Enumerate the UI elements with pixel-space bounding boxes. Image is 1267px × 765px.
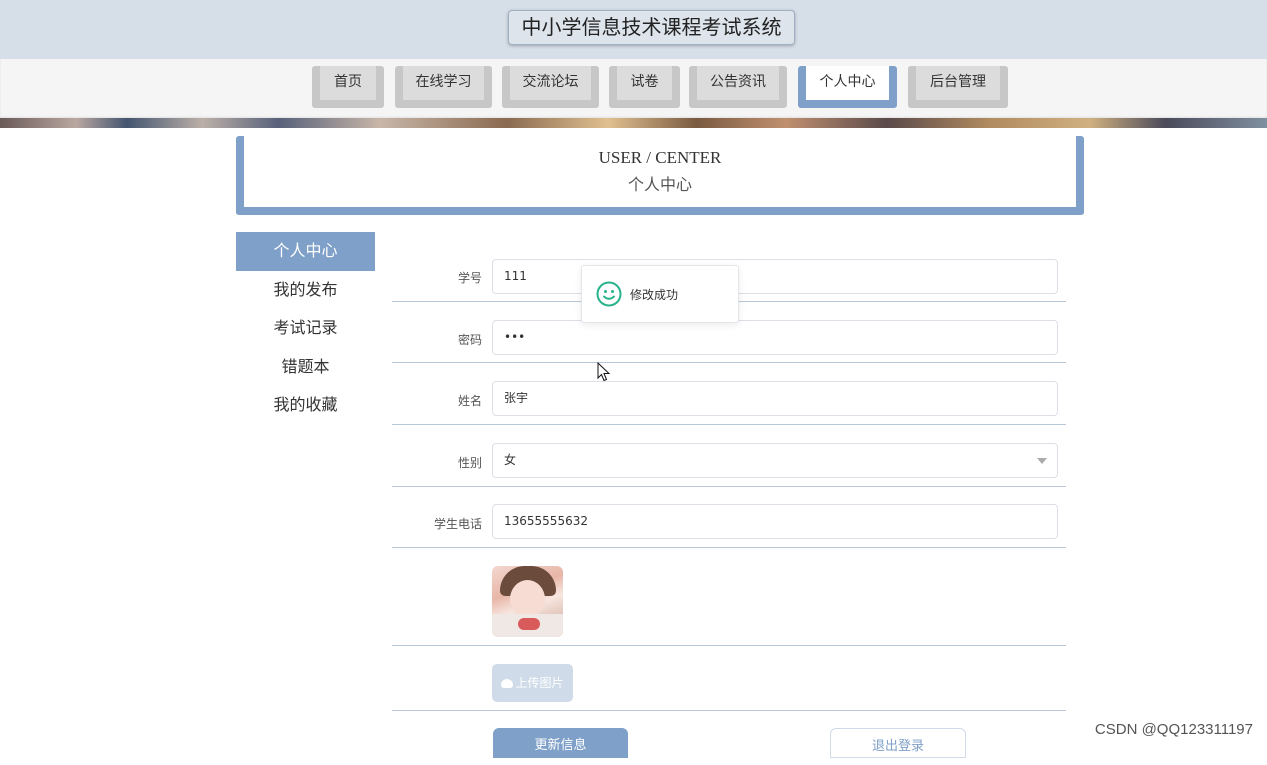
- sidebar-item-user-center[interactable]: 个人中心: [236, 232, 375, 271]
- nav-item-home[interactable]: 首页: [312, 66, 384, 108]
- nav-item-label: 试卷: [617, 66, 672, 100]
- page-title-cn: 个人中心: [627, 175, 692, 194]
- mouse-cursor-icon: [597, 362, 611, 382]
- gender-selected-value: 女: [504, 453, 517, 467]
- form-row-name: 姓名 张宇: [392, 376, 1066, 425]
- main-nav: 首页 在线学习 交流论坛 试卷 公告资讯 个人中心 后台管理: [0, 59, 1267, 118]
- sidebar-item-my-posts[interactable]: 我的发布: [236, 271, 375, 310]
- password-label: 密码: [457, 333, 482, 347]
- nav-item-label: 首页: [320, 66, 376, 100]
- upload-image-button[interactable]: 上传图片: [492, 664, 573, 702]
- smile-icon: [596, 281, 622, 307]
- chevron-down-icon: [1037, 458, 1047, 464]
- sidebar-item-wrong-questions[interactable]: 错题本: [236, 348, 375, 387]
- toast-message: 修改成功: [630, 288, 679, 302]
- nav-item-forum[interactable]: 交流论坛: [502, 66, 599, 108]
- form-row-gender: 性别 女: [392, 437, 1066, 487]
- upload-button-label: 上传图片: [515, 676, 564, 690]
- nav-item-admin[interactable]: 后台管理: [908, 66, 1008, 108]
- logout-button[interactable]: 退出登录: [830, 728, 966, 758]
- nav-item-label: 后台管理: [916, 66, 1000, 100]
- form-row-phone: 学生电话 13655555632: [392, 498, 1066, 548]
- sidebar-item-exam-records[interactable]: 考试记录: [236, 309, 375, 348]
- banner-image: [0, 118, 1267, 128]
- phone-label: 学生电话: [433, 517, 482, 531]
- top-header: 中小学信息技术课程考试系统: [0, 0, 1267, 59]
- gender-label: 性别: [457, 456, 482, 470]
- nav-item-label: 在线学习: [403, 66, 484, 100]
- nav-item-exam-papers[interactable]: 试卷: [609, 66, 680, 108]
- cloud-upload-icon: [501, 679, 514, 688]
- sidebar: 个人中心 我的发布 考试记录 错题本 我的收藏: [236, 232, 375, 425]
- password-field[interactable]: •••: [492, 320, 1058, 355]
- nav-item-online-learning[interactable]: 在线学习: [395, 66, 492, 108]
- student-id-label: 学号: [457, 271, 482, 285]
- name-field[interactable]: 张宇: [492, 381, 1058, 416]
- page-title-box: USER / CENTER 个人中心: [236, 136, 1084, 215]
- update-info-button[interactable]: 更新信息: [493, 728, 628, 758]
- nav-item-announcements[interactable]: 公告资讯: [689, 66, 787, 108]
- gender-select[interactable]: 女: [492, 443, 1058, 478]
- student-id-field[interactable]: 111: [492, 259, 1058, 294]
- site-title: 中小学信息技术课程考试系统: [508, 10, 795, 45]
- phone-field[interactable]: 13655555632: [492, 504, 1058, 539]
- avatar: [492, 566, 563, 637]
- success-toast: 修改成功: [581, 265, 739, 323]
- nav-item-label: 交流论坛: [510, 66, 591, 100]
- name-label: 姓名: [457, 394, 482, 408]
- page-title-en: USER / CENTER: [598, 148, 722, 167]
- nav-item-user-center[interactable]: 个人中心: [798, 66, 897, 108]
- sidebar-item-favorites[interactable]: 我的收藏: [236, 386, 375, 425]
- nav-item-label: 个人中心: [806, 66, 889, 100]
- watermark: CSDN @QQ123311197: [1094, 721, 1253, 738]
- nav-item-label: 公告资讯: [697, 66, 779, 100]
